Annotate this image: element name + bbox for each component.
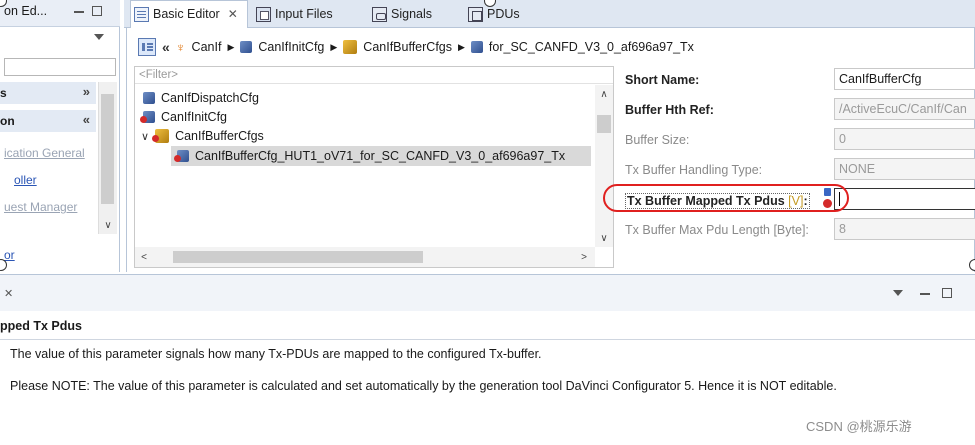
tx-buffer-handling-type-label: Tx Buffer Handling Type:	[625, 163, 763, 177]
tree-vscrollbar[interactable]: ∧ ∨	[595, 85, 613, 247]
container-icon	[470, 41, 483, 53]
section-header-label: on	[0, 114, 15, 128]
buffer-hth-ref-field[interactable]: /ActiveEcuC/CanIf/Can	[834, 98, 975, 120]
container-error-icon	[174, 150, 189, 162]
input-files-icon	[256, 6, 271, 22]
tree-filter-input[interactable]: <Filter>	[135, 67, 613, 84]
tree-vscrollbar-thumb[interactable]	[597, 115, 611, 133]
tx-buffer-handling-type-field: NONE	[834, 158, 975, 180]
section-header-label: s	[0, 86, 7, 100]
minimize-icon[interactable]	[920, 293, 930, 295]
buffer-hth-ref-label: Buffer Hth Ref:	[625, 103, 714, 117]
expand-all-icon[interactable]: »	[83, 84, 90, 99]
tree-hscrollbar[interactable]: < >	[135, 247, 595, 267]
breadcrumb: « ♆ CanIf ▶ CanIfInitCfg ▶ CanIfBufferCf…	[138, 36, 694, 58]
left-view-tab[interactable]: on Ed...	[0, 4, 64, 24]
left-scrollbar-thumb[interactable]	[101, 94, 114, 204]
tab-label: Basic Editor	[153, 7, 220, 21]
chevron-right-icon: ▶	[330, 41, 338, 52]
left-search-input[interactable]	[4, 58, 116, 76]
tree-hscrollbar-thumb[interactable]	[173, 251, 423, 263]
tree-item[interactable]: ∨ CanIfBufferCfgs	[141, 127, 264, 145]
collapse-all-icon[interactable]: «	[83, 112, 90, 127]
view-menu-icon[interactable]	[893, 290, 903, 296]
buffer-size-field: 0	[834, 128, 975, 150]
left-view: on Ed... s » on « ication General oller …	[0, 0, 120, 272]
tab-label: Signals	[391, 7, 432, 21]
container-icon	[240, 41, 253, 53]
tx-buffer-max-pdu-length-label: Tx Buffer Max Pdu Length [Byte]:	[625, 223, 809, 237]
container-error-icon	[140, 111, 155, 123]
tree-panel: <Filter> CanIfDispatchCfg CanIfInitCfg ∨…	[134, 66, 614, 268]
signals-icon	[372, 6, 387, 22]
view-menu-icon[interactable]	[94, 34, 104, 40]
canif-module-icon: ♆	[175, 39, 186, 55]
maximize-icon[interactable]	[942, 288, 952, 298]
highlight-ring	[603, 184, 849, 212]
scroll-up-icon[interactable]: ∧	[595, 87, 613, 101]
buffer-size-label: Buffer Size:	[625, 133, 690, 147]
scroll-right-icon[interactable]: >	[577, 250, 591, 264]
tree-item[interactable]: CanIfDispatchCfg	[143, 89, 259, 107]
resize-handle[interactable]	[969, 259, 975, 271]
chevron-right-icon: ▶	[227, 41, 235, 52]
help-title: pped Tx Pdus	[0, 319, 82, 333]
pdus-icon	[468, 6, 483, 22]
footer-link[interactable]: or	[4, 248, 15, 262]
left-scrollbar[interactable]: ∨	[98, 82, 117, 234]
help-text-line: The value of this parameter signals how …	[10, 347, 542, 361]
editor-tab-bar	[124, 0, 975, 28]
editor-icon	[134, 6, 149, 22]
link-disabled: uest Manager	[4, 200, 78, 214]
tx-buffer-mapped-pdus-field[interactable]	[834, 188, 975, 210]
help-divider	[0, 339, 975, 340]
tree-item-selected[interactable]: CanIfBufferCfg_HUT1_oV71_for_SC_CANFD_V3…	[171, 146, 591, 166]
scroll-down-icon[interactable]: ∨	[99, 218, 117, 232]
container-list-icon	[152, 129, 170, 143]
container-icon	[143, 92, 155, 104]
tree-item-label: CanIfBufferCfgs	[175, 129, 264, 143]
close-icon[interactable]: ✕	[228, 7, 238, 21]
back-icon[interactable]: «	[162, 39, 170, 55]
breadcrumb-item[interactable]: for_SC_CANFD_V3_0_af696a97_Tx	[489, 40, 694, 54]
minimize-icon[interactable]	[74, 11, 84, 13]
scroll-down-icon[interactable]: ∨	[595, 231, 613, 245]
tx-buffer-max-pdu-length-field: 8	[834, 218, 975, 240]
tree-item-label: CanIfInitCfg	[161, 110, 228, 124]
chevron-right-icon: ▶	[458, 41, 465, 52]
short-name-label: Short Name:	[625, 73, 700, 87]
tree-item-label: CanIfDispatchCfg	[161, 91, 259, 105]
tab-signals[interactable]: Signals	[372, 3, 432, 25]
tab-input-files[interactable]: Input Files	[256, 3, 333, 25]
maximize-icon[interactable]	[92, 6, 102, 16]
watermark: CSDN @桃源乐游	[806, 419, 912, 434]
toggle-tree-icon[interactable]	[138, 38, 156, 56]
chevron-down-icon[interactable]: ∨	[141, 130, 149, 143]
help-text-line: Please NOTE: The value of this parameter…	[10, 379, 837, 393]
link-disabled: ication General	[4, 146, 85, 160]
close-icon[interactable]: ✕	[4, 287, 13, 300]
breadcrumb-item[interactable]: CanIf	[192, 40, 222, 54]
short-name-field[interactable]: CanIfBufferCfg	[834, 68, 975, 90]
left-view-tab-label: on Ed...	[4, 4, 48, 18]
breadcrumb-item[interactable]: CanIfBufferCfgs	[363, 40, 452, 54]
tab-label: PDUs	[487, 7, 520, 21]
section-header-expanded[interactable]: on «	[0, 110, 96, 132]
container-list-icon	[343, 40, 358, 54]
scroll-left-icon[interactable]: <	[137, 250, 151, 264]
section-header-collapsed[interactable]: s »	[0, 82, 96, 104]
help-view-tab-bar	[0, 275, 975, 311]
breadcrumb-item[interactable]: CanIfInitCfg	[258, 40, 324, 54]
tab-basic-editor[interactable]: Basic Editor ✕	[134, 3, 238, 25]
tree-item[interactable]: CanIfInitCfg	[140, 108, 228, 126]
tab-label: Input Files	[275, 7, 333, 21]
tab-pdus[interactable]: PDUs	[468, 3, 520, 25]
link[interactable]: oller	[14, 173, 37, 187]
tree-item-label: CanIfBufferCfg_HUT1_oV71_for_SC_CANFD_V3…	[195, 149, 566, 163]
